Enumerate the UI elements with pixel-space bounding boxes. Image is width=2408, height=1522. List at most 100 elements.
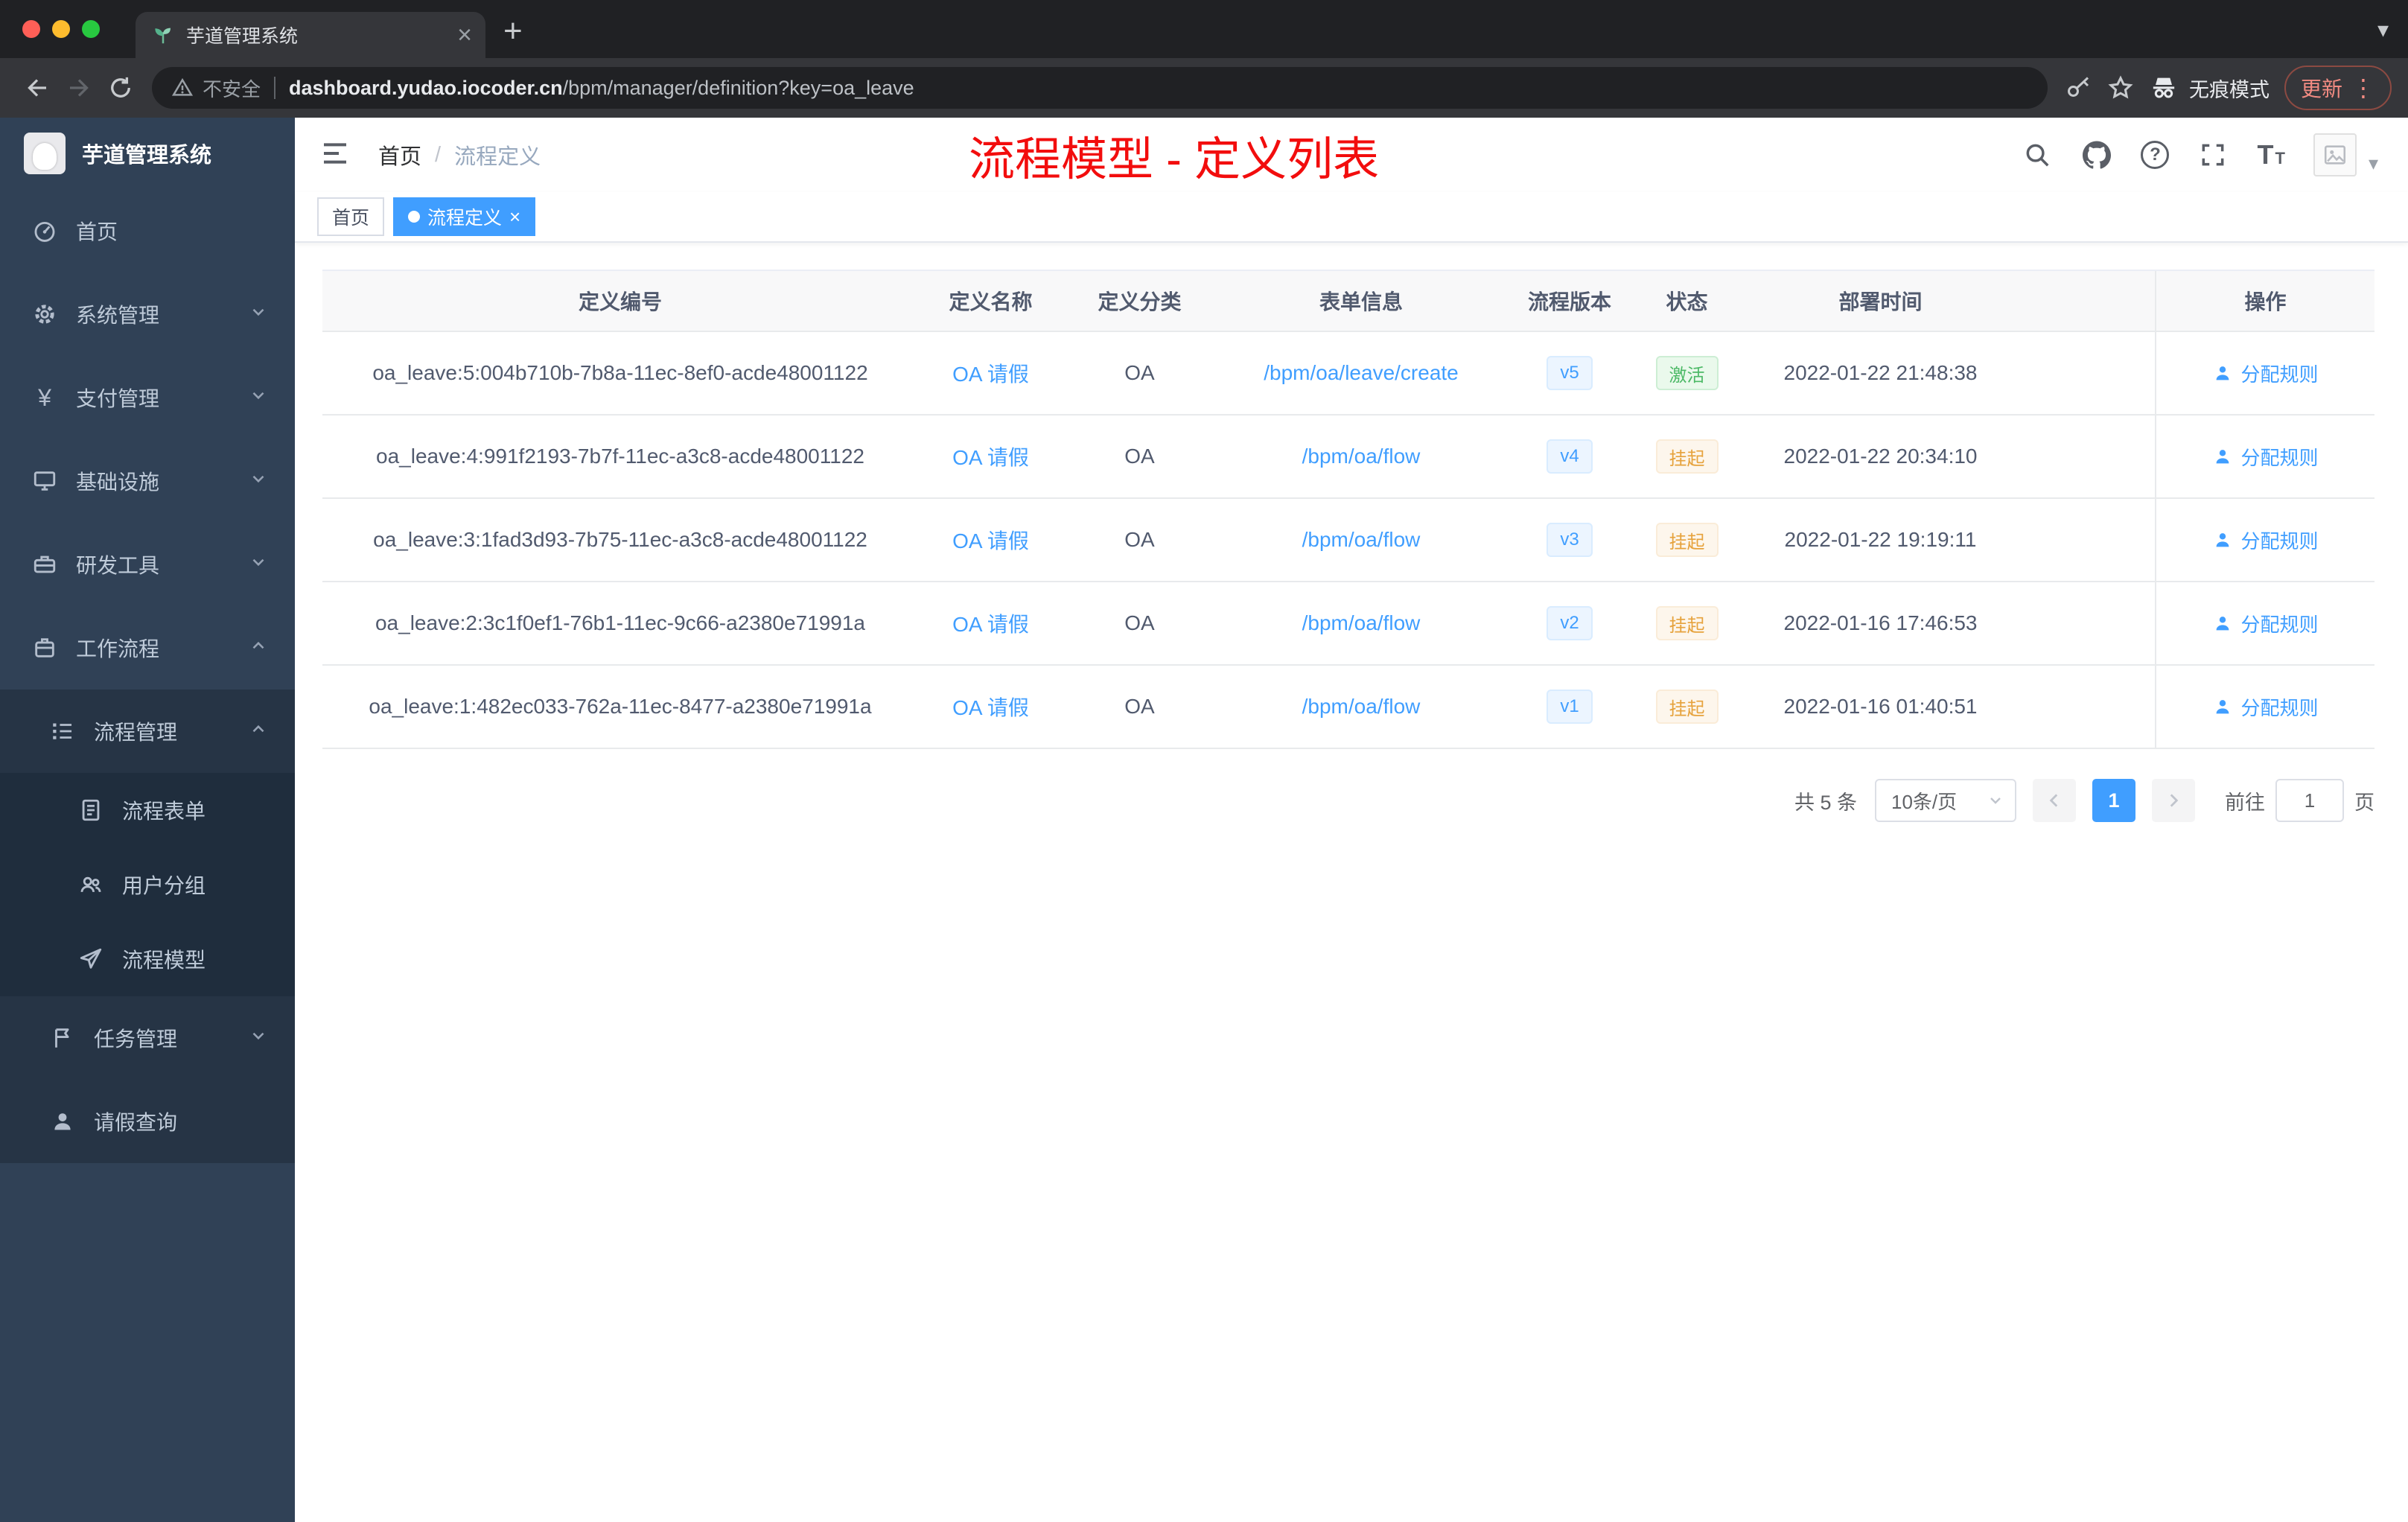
window-controls bbox=[0, 20, 121, 38]
avatar[interactable] bbox=[2313, 133, 2357, 176]
version-badge: v3 bbox=[1547, 523, 1593, 557]
chevron-right-icon bbox=[2170, 794, 2179, 807]
assign-rule-button[interactable]: 分配规则 bbox=[2212, 443, 2319, 471]
tag-process-definition[interactable]: 流程定义 × bbox=[393, 197, 536, 236]
definition-id: oa_leave:4:991f2193-7b7f-11ec-a3c8-acde4… bbox=[376, 445, 864, 468]
window-maximize-button[interactable] bbox=[82, 20, 100, 38]
sidebar: 芋道管理系统 首页 系统管理 ¥ 支付管理 基础设施 研发工具 工作流程 流程管… bbox=[0, 118, 295, 1522]
page-size-select[interactable]: 10条/页 bbox=[1875, 779, 2016, 822]
form-link[interactable]: /bpm/oa/leave/create bbox=[1264, 361, 1459, 385]
briefcase-icon bbox=[31, 634, 58, 661]
back-button[interactable] bbox=[16, 67, 58, 109]
incognito-profile-chip[interactable]: 无痕模式 bbox=[2149, 73, 2270, 103]
sidebar-item-system[interactable]: 系统管理 bbox=[0, 273, 295, 356]
sidebar-item-user-group[interactable]: 用户分组 bbox=[0, 847, 295, 922]
person-icon bbox=[49, 1108, 76, 1135]
new-tab-button[interactable]: + bbox=[503, 15, 523, 48]
sidebar-item-process-model[interactable]: 流程模型 bbox=[0, 922, 295, 996]
col-id: 定义编号 bbox=[578, 290, 662, 313]
breadcrumb-current: 流程定义 bbox=[454, 145, 541, 169]
browser-menu-icon[interactable]: ⋮ bbox=[2351, 74, 2375, 102]
definition-name-link[interactable]: OA 请假 bbox=[952, 608, 1029, 638]
assign-rule-button[interactable]: 分配规则 bbox=[2212, 693, 2319, 721]
definition-category: OA bbox=[1124, 528, 1155, 551]
status-badge: 挂起 bbox=[1655, 439, 1719, 474]
definition-name-link[interactable]: OA 请假 bbox=[952, 442, 1029, 471]
sidebar-item-task-management[interactable]: 任务管理 bbox=[0, 996, 295, 1080]
flag-icon bbox=[49, 1025, 76, 1051]
address-bar[interactable]: 不安全 dashboard.yudao.iocoder.cn/bpm/manag… bbox=[152, 67, 2048, 109]
chevron-down-icon bbox=[249, 1026, 268, 1051]
sidebar-item-devtools[interactable]: 研发工具 bbox=[0, 523, 295, 606]
github-icon[interactable] bbox=[2081, 139, 2112, 171]
toolbox-icon bbox=[31, 551, 58, 578]
goto-label: 前往 bbox=[2225, 791, 2265, 814]
form-link[interactable]: /bpm/oa/flow bbox=[1302, 528, 1421, 552]
sidebar-item-label: 流程管理 bbox=[94, 721, 178, 744]
status-badge: 挂起 bbox=[1655, 690, 1719, 724]
warning-triangle-icon bbox=[171, 77, 194, 96]
sidebar-item-workflow[interactable]: 工作流程 bbox=[0, 606, 295, 690]
row-spacer bbox=[2020, 415, 2155, 497]
chevron-down-icon bbox=[1990, 797, 2001, 804]
version-badge: v4 bbox=[1547, 439, 1593, 474]
sidebar-item-process-form[interactable]: 流程表单 bbox=[0, 773, 295, 847]
page-number-button[interactable]: 1 bbox=[2092, 779, 2135, 822]
bookmark-star-button[interactable] bbox=[2100, 67, 2141, 109]
search-icon[interactable] bbox=[2022, 139, 2053, 171]
navbar-actions: ? TT ▾ bbox=[2022, 133, 2378, 176]
tab-title: 芋道管理系统 bbox=[186, 26, 299, 47]
definition-category: OA bbox=[1124, 695, 1155, 718]
list-tree-icon bbox=[49, 718, 76, 745]
tags-view: 首页 流程定义 × bbox=[295, 192, 2408, 243]
sidebar-logo[interactable]: 芋道管理系统 bbox=[0, 118, 295, 189]
forward-button[interactable] bbox=[58, 67, 100, 109]
window-minimize-button[interactable] bbox=[52, 20, 70, 38]
key-button[interactable] bbox=[2058, 67, 2100, 109]
help-icon[interactable]: ? bbox=[2141, 141, 2170, 169]
assign-rule-button[interactable]: 分配规则 bbox=[2212, 610, 2319, 637]
security-label[interactable]: 不安全 bbox=[203, 74, 261, 102]
avatar-caret-icon[interactable]: ▾ bbox=[2369, 152, 2378, 176]
form-link[interactable]: /bpm/oa/flow bbox=[1302, 445, 1421, 468]
logo-title: 芋道管理系统 bbox=[82, 144, 212, 168]
sidebar-item-infrastructure[interactable]: 基础设施 bbox=[0, 439, 295, 523]
tab-close-icon[interactable]: × bbox=[457, 22, 472, 48]
chrome-update-button[interactable]: 更新 ⋮ bbox=[2284, 66, 2392, 110]
sidebar-item-leave-query[interactable]: 请假查询 bbox=[0, 1080, 295, 1163]
goto-page-input[interactable] bbox=[2275, 779, 2344, 822]
form-link[interactable]: /bpm/oa/flow bbox=[1302, 611, 1421, 635]
definition-name-link[interactable]: OA 请假 bbox=[952, 358, 1029, 388]
tag-close-icon[interactable]: × bbox=[509, 207, 520, 226]
tag-home[interactable]: 首页 bbox=[317, 197, 385, 236]
form-link[interactable]: /bpm/oa/flow bbox=[1302, 695, 1421, 719]
deploy-time: 2022-01-22 19:19:11 bbox=[1784, 528, 1977, 551]
person-icon bbox=[2217, 533, 2229, 547]
font-size-icon[interactable]: TT bbox=[2257, 141, 2284, 168]
person-icon bbox=[2217, 450, 2229, 464]
definition-name-link[interactable]: OA 请假 bbox=[952, 525, 1029, 555]
table-row: oa_leave:4:991f2193-7b7f-11ec-a3c8-acde4… bbox=[322, 415, 2374, 499]
fullscreen-icon[interactable] bbox=[2197, 139, 2229, 171]
monitor-icon bbox=[31, 468, 58, 494]
window-close-button[interactable] bbox=[22, 20, 40, 38]
hamburger-icon[interactable] bbox=[320, 138, 353, 171]
active-dot bbox=[408, 211, 421, 223]
logo-avatar bbox=[24, 133, 66, 174]
sidebar-item-label: 工作流程 bbox=[76, 637, 160, 660]
prev-page-button[interactable] bbox=[2033, 779, 2076, 822]
sidebar-item-home[interactable]: 首页 bbox=[0, 189, 295, 273]
reload-button[interactable] bbox=[100, 67, 141, 109]
definition-name-link[interactable]: OA 请假 bbox=[952, 692, 1029, 722]
assign-rule-button[interactable]: 分配规则 bbox=[2212, 526, 2319, 554]
breadcrumb-home[interactable]: 首页 bbox=[378, 139, 421, 171]
tab-search-caret-icon[interactable]: ▾ bbox=[2377, 17, 2389, 43]
deploy-time: 2022-01-16 17:46:53 bbox=[1783, 611, 1978, 634]
sidebar-item-process-management[interactable]: 流程管理 bbox=[0, 690, 295, 773]
chevron-left-icon bbox=[2049, 794, 2058, 807]
browser-tab[interactable]: 芋道管理系统 × bbox=[136, 12, 485, 58]
sidebar-item-payment[interactable]: ¥ 支付管理 bbox=[0, 356, 295, 439]
assign-rule-button[interactable]: 分配规则 bbox=[2212, 360, 2319, 387]
next-page-button[interactable] bbox=[2152, 779, 2195, 822]
incognito-icon bbox=[2153, 77, 2175, 98]
